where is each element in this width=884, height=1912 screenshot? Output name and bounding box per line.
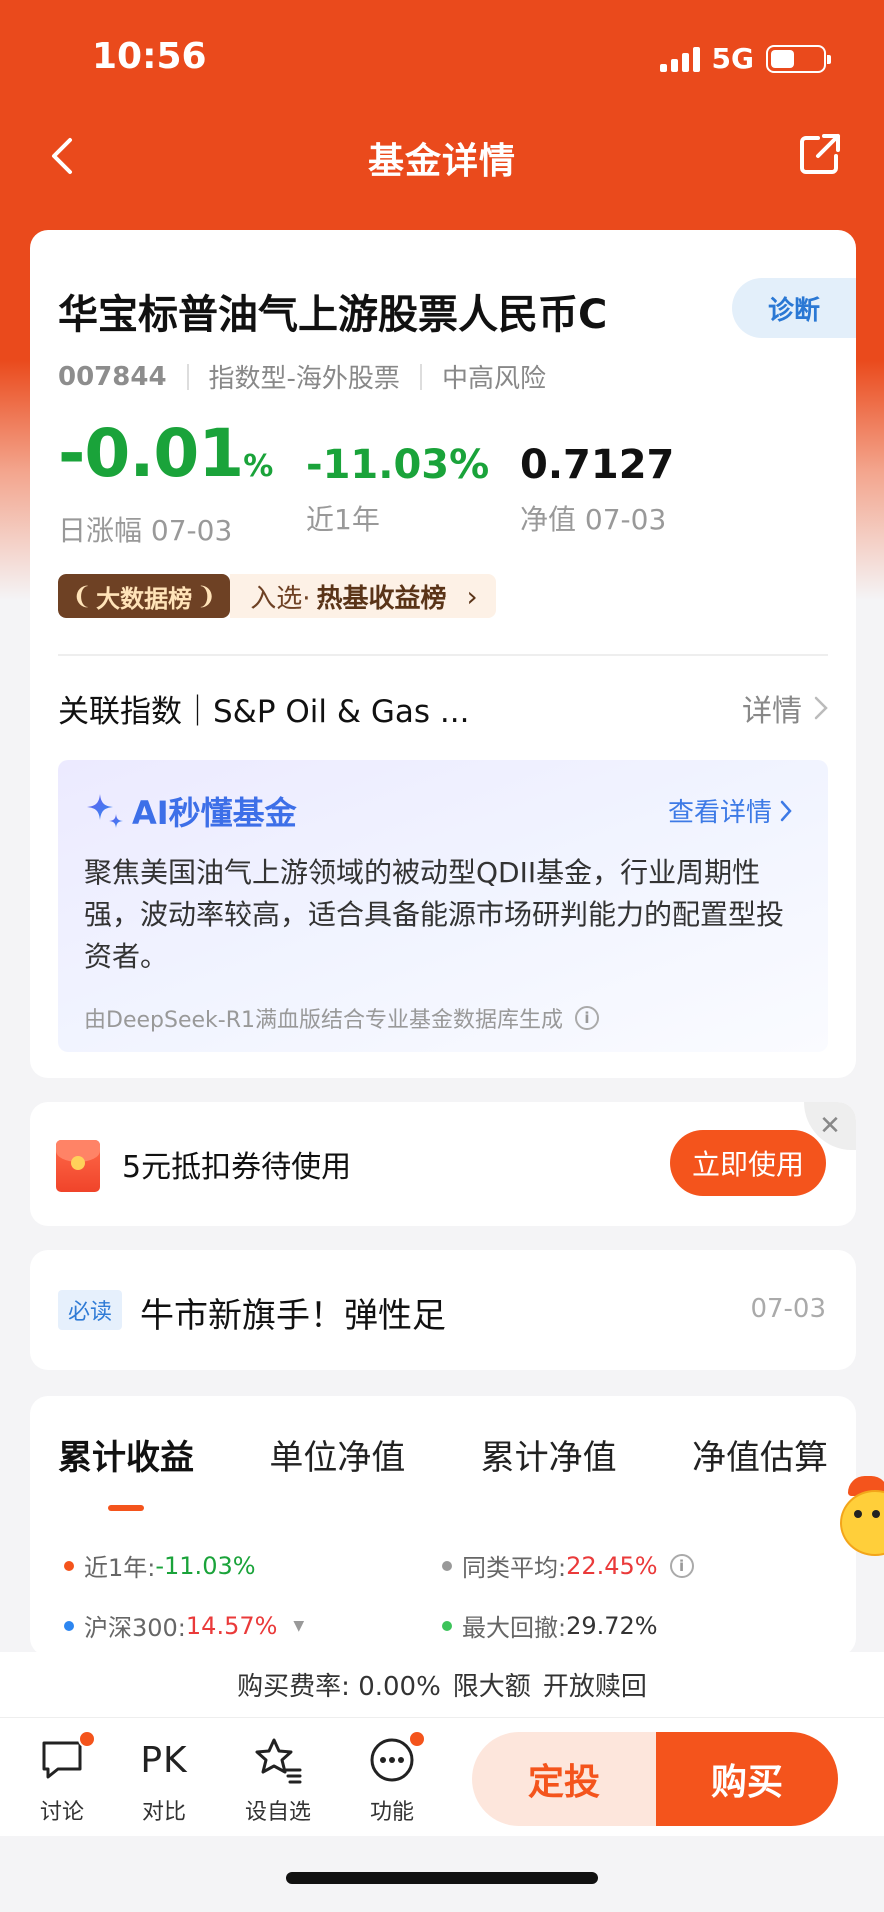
daily-change-value: -0.01%: [58, 415, 273, 492]
related-index-row[interactable]: 关联指数｜S&P Oil & Gas ... 详情: [58, 668, 828, 748]
red-envelope-icon: [56, 1140, 100, 1192]
fee-rate: 购买费率: 0.00%: [237, 1672, 441, 1702]
legend-dot: [64, 1620, 74, 1631]
use-coupon-button[interactable]: 立即使用: [670, 1130, 826, 1196]
one-year-value: -11.03%: [306, 442, 490, 488]
home-indicator-area: [0, 1836, 884, 1912]
share-icon: [800, 134, 840, 174]
news-tag: 必读: [58, 1290, 123, 1330]
ai-header: AI秒懂基金: [84, 788, 297, 834]
tab-unit-nav[interactable]: 单位净值: [269, 1430, 405, 1479]
legend-dot: [442, 1620, 452, 1631]
meta-divider: [419, 363, 422, 390]
meta-divider: [186, 363, 189, 390]
star-list-icon: [252, 1734, 304, 1786]
legend-max-drawdown: 最大回撤: 29.72%: [442, 1608, 658, 1643]
ranking-badge: ❨ 大数据榜 ❩: [58, 574, 231, 618]
laurel-icon: ❩: [196, 582, 217, 610]
chevron-right-icon: [780, 800, 792, 821]
related-index-detail: 详情: [742, 686, 828, 730]
news-card[interactable]: 必读 牛市新旗手！弹性足 07-03: [30, 1250, 856, 1370]
legend-category-average: 同类平均: 22.45% i: [442, 1548, 694, 1583]
ranking-text: 入选· 热基收益榜 ›: [230, 574, 496, 618]
sparkle-icon: [87, 794, 123, 828]
functions-button[interactable]: 功能: [352, 1730, 432, 1826]
fund-overview-card: 华宝标普油气上游股票人民币C 诊断 007844 指数型-海外股票 中高风险 -…: [30, 230, 856, 1078]
coupon-text: 5元抵扣券待使用: [122, 1150, 352, 1185]
stat-nav: 0.7127 净值 07-03: [520, 426, 674, 538]
legend-dot: [442, 1560, 452, 1571]
signal-icon: [659, 46, 700, 72]
status-indicators: 5G: [659, 42, 831, 75]
tab-cumulative-nav[interactable]: 累计净值: [481, 1430, 617, 1479]
ai-summary-box: AI秒懂基金 查看详情 聚焦美国油气上游领域的被动型QDII基金，行业周期性强，…: [58, 760, 828, 1052]
compare-button[interactable]: PK 对比: [124, 1734, 204, 1826]
more-icon: [368, 1730, 426, 1786]
mascot-icon: [840, 1490, 884, 1556]
performance-tabs: 累计收益 单位净值 累计净值 净值估算: [58, 1430, 828, 1511]
legend-one-year: 近1年: -11.03%: [64, 1548, 256, 1583]
tab-cumulative-return[interactable]: 累计收益: [58, 1430, 194, 1511]
daily-change-label: 日涨幅 07-03: [58, 514, 233, 547]
pk-icon: PK: [140, 1739, 188, 1781]
status-bar: 10:56 5G: [0, 0, 884, 120]
buy-button[interactable]: 购买: [656, 1732, 838, 1826]
ranking-banner[interactable]: ❨ 大数据榜 ❩ 入选· 热基收益榜 ›: [58, 574, 496, 618]
chevron-right-icon: [814, 696, 828, 720]
notification-dot: [78, 1730, 96, 1748]
discuss-button[interactable]: 讨论: [22, 1730, 102, 1826]
purchase-limit: 限大额: [452, 1672, 531, 1702]
laurel-icon: ❨: [72, 582, 93, 610]
nav-label: 净值 07-03: [520, 503, 667, 536]
ai-title: AI秒懂基金: [132, 794, 297, 832]
nav-bar: 基金详情: [0, 120, 884, 192]
legend-csi300[interactable]: 沪深300: 14.57% ▼: [64, 1608, 304, 1643]
mascot-float-button[interactable]: [838, 1476, 884, 1560]
redemption-status: 开放赎回: [542, 1672, 647, 1702]
news-title: 牛市新旗手！弹性足: [140, 1296, 446, 1336]
divider: [58, 654, 828, 656]
info-icon[interactable]: i: [574, 1006, 599, 1030]
notification-dot: [408, 1730, 426, 1748]
one-year-label: 近1年: [306, 503, 380, 536]
nav-value: 0.7127: [520, 442, 675, 488]
ai-summary-text: 聚焦美国油气上游领域的被动型QDII基金，行业周期性强，波动率较高，适合具备能源…: [84, 856, 785, 973]
fund-meta: 007844 指数型-海外股票 中高风险: [58, 358, 546, 395]
home-indicator[interactable]: [286, 1872, 598, 1884]
status-time: 10:56: [92, 36, 207, 77]
add-watchlist-button[interactable]: 设自选: [238, 1734, 318, 1826]
caret-down-icon: ▼: [293, 1617, 305, 1634]
fee-info-bar: 购买费率: 0.00% 限大额 开放赎回: [0, 1652, 884, 1718]
chat-icon: [38, 1730, 96, 1786]
stat-one-year: -11.03% 近1年: [306, 426, 489, 538]
stat-daily-change: -0.01% 日涨幅 07-03: [58, 415, 273, 549]
battery-icon: [766, 44, 831, 73]
related-index-name: 关联指数｜S&P Oil & Gas ...: [58, 693, 470, 730]
legend-dot: [64, 1560, 74, 1571]
performance-card: 累计收益 单位净值 累计净值 净值估算 近1年: -11.03% 同类平均: 22.…: [30, 1396, 856, 1656]
fund-risk: 中高风险: [441, 364, 546, 394]
fund-code: 007844: [58, 361, 167, 392]
page-title: 基金详情: [367, 141, 516, 182]
bottom-action-bar: 讨论 PK 对比 设自选 功能 定投 购买: [0, 1718, 884, 1836]
diagnose-button[interactable]: 诊断: [732, 278, 856, 338]
chevron-right-icon: ›: [466, 579, 478, 613]
tab-nav-estimate[interactable]: 净值估算: [692, 1430, 828, 1479]
fund-type: 指数型-海外股票: [208, 364, 400, 394]
info-icon[interactable]: i: [669, 1553, 694, 1578]
news-date: 07-03: [750, 1294, 826, 1324]
ai-more-link[interactable]: 查看详情: [668, 792, 792, 829]
share-button[interactable]: [796, 130, 844, 178]
auto-invest-button[interactable]: 定投: [472, 1732, 656, 1826]
ai-footer: 由DeepSeek-R1满血版结合专业基金数据库生成 i: [84, 1002, 599, 1034]
fund-name: 华宝标普油气上游股票人民币C: [58, 292, 608, 338]
coupon-card: 5元抵扣券待使用 立即使用 ✕: [30, 1102, 856, 1226]
network-type: 5G: [711, 42, 754, 75]
